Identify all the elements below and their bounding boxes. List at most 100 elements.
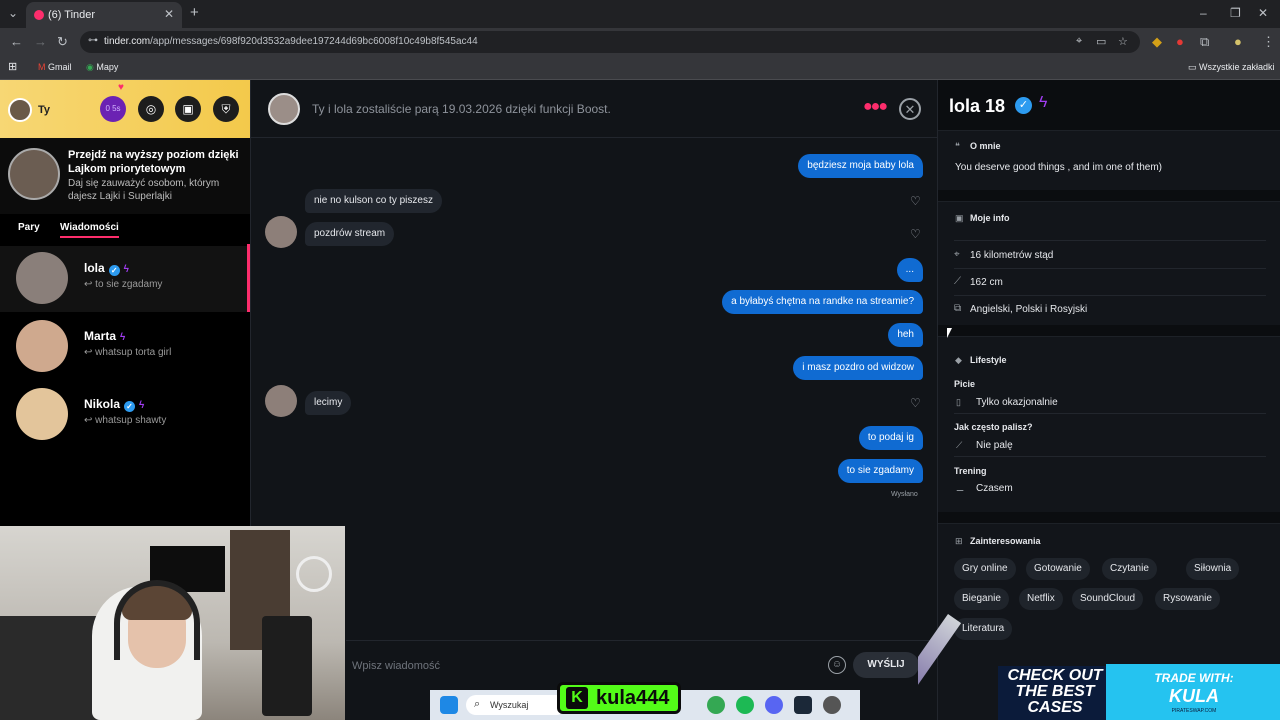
- bookmark-star-icon[interactable]: ☆: [1118, 35, 1128, 48]
- bookmark-maps-label: Mapy: [96, 62, 119, 72]
- location-icon[interactable]: ⌖: [1076, 35, 1082, 48]
- webcam-ring-light: [296, 556, 332, 592]
- bookmark-gmail[interactable]: M Gmail: [38, 62, 72, 72]
- ruler-icon: ⟋: [954, 276, 961, 287]
- minimize-icon[interactable]: –: [1200, 6, 1207, 20]
- about-card: ❝ O mnie You deserve good things , and i…: [938, 130, 1280, 190]
- apps-grid-icon[interactable]: ⊞: [8, 60, 17, 73]
- bookmark-maps[interactable]: ◉ Mapy: [86, 62, 118, 73]
- like-message-heart-icon[interactable]: ♡: [910, 194, 921, 208]
- my-avatar[interactable]: [8, 98, 32, 122]
- like-message-heart-icon[interactable]: ♡: [910, 396, 921, 410]
- message-outgoing: to sie zgadamy: [837, 459, 923, 483]
- app-icon[interactable]: [823, 696, 841, 714]
- my-profile-label[interactable]: Ty: [38, 104, 50, 116]
- last-message-text: whatsup shawty: [95, 415, 167, 426]
- lifestyle-value-text: Nie palę: [976, 440, 1013, 451]
- tab-matches[interactable]: Pary: [18, 222, 40, 233]
- explore-compass-icon[interactable]: ◎: [138, 96, 164, 122]
- priority-likes-promo[interactable]: Przejdź na wyższy poziom dzięki Lajkom p…: [0, 138, 250, 214]
- message-incoming: lecimy: [305, 391, 352, 415]
- match-avatar[interactable]: [268, 93, 300, 125]
- close-tab-icon[interactable]: ✕: [164, 7, 174, 21]
- tab-messages[interactable]: Wiadomości: [60, 222, 119, 238]
- info-languages: ⧉ Angielski, Polski i Rosyjski: [954, 296, 1266, 323]
- omnibox[interactable]: ⊶ tinder.com/app/messages/698f920d3532a9…: [80, 31, 1140, 53]
- conversation-item-marta[interactable]: Marta ϟ ↩ whatsup torta girl: [0, 314, 250, 380]
- language-icon: ⧉: [954, 303, 962, 314]
- conversation-name-row: lola ✓ ϟ: [84, 261, 129, 276]
- briefcase-icon[interactable]: ▣: [175, 96, 201, 122]
- cast-icon[interactable]: ▭: [1096, 35, 1106, 48]
- all-bookmarks[interactable]: ▭ Wszystkie zakładki: [1188, 62, 1275, 73]
- maps-icon: ◉: [86, 62, 94, 72]
- about-text: You deserve good things , and im one of …: [955, 162, 1162, 173]
- interest-chip: Gry online: [954, 558, 1016, 580]
- conversation-item-nikola[interactable]: Nikola ✓ ϟ ↩ whatsup shawty: [0, 382, 250, 448]
- extension-red-icon[interactable]: ●: [1176, 34, 1184, 49]
- emoji-icon[interactable]: ☺: [828, 656, 846, 674]
- menu-kebab-icon[interactable]: ⋮: [1262, 34, 1275, 50]
- forward-icon[interactable]: →: [34, 34, 47, 49]
- spotify-icon[interactable]: [736, 696, 754, 714]
- url-text[interactable]: tinder.com/app/messages/698f920d3532a9de…: [104, 36, 478, 47]
- about-title: O mnie: [970, 141, 1001, 151]
- boost-heart-icon: ♥: [118, 82, 124, 93]
- message-incoming: nie no kulson co ty piszesz: [305, 189, 442, 213]
- message-avatar: [265, 385, 297, 417]
- interest-chip: Siłownia: [1186, 558, 1240, 580]
- more-options-icon[interactable]: ●●●: [863, 98, 888, 116]
- extensions-puzzle-icon[interactable]: ⧉: [1200, 34, 1209, 50]
- lifestyle-value: ⚊ Czasem: [954, 478, 1266, 500]
- conversation-last-message: ↩ whatsup shawty: [84, 415, 166, 426]
- boost-button[interactable]: 0 5s: [100, 96, 126, 122]
- info-height: ⟋ 162 cm: [954, 269, 1266, 296]
- discord-icon[interactable]: [765, 696, 783, 714]
- info-distance: ⌖ 16 kilometrów stąd: [954, 242, 1266, 269]
- search-icon: ⌕: [474, 698, 481, 710]
- conversation-name: Marta: [84, 329, 117, 343]
- kick-logo-icon: K: [566, 687, 588, 709]
- lifestyle-value: ⟋ Nie palę: [954, 435, 1266, 457]
- verified-icon: ✓: [1015, 97, 1032, 114]
- lifestyle-value: ▯ Tylko okazjonalnie: [954, 392, 1266, 414]
- conversation-item-lola[interactable]: lola ✓ ϟ ↩ to sie zgadamy: [0, 246, 250, 312]
- lifestyle-label: Picie: [954, 379, 976, 389]
- webcam-speaker: [262, 616, 312, 716]
- chat-panel: Ty i lola zostaliście parą 19.03.2026 dz…: [250, 80, 938, 720]
- taskbar-search[interactable]: ⌕ Wyszukaj: [466, 695, 566, 715]
- gmail-icon: M: [38, 62, 46, 72]
- message-input[interactable]: [352, 657, 812, 675]
- site-info-icon[interactable]: ⊶: [88, 35, 98, 46]
- message-composer: ☺ WYŚLIJ: [346, 640, 938, 688]
- chrome-icon[interactable]: [707, 696, 725, 714]
- message-incoming: pozdrów stream: [305, 222, 395, 246]
- last-message-text: to sie zgadamy: [95, 279, 163, 290]
- new-tab-icon[interactable]: +: [190, 4, 199, 21]
- browser-tab[interactable]: (6) Tinder ✕: [26, 2, 182, 28]
- send-button[interactable]: WYŚLIJ: [853, 652, 919, 678]
- steam-icon[interactable]: [794, 696, 812, 714]
- like-message-heart-icon[interactable]: ♡: [910, 227, 921, 241]
- height-text: 162 cm: [970, 277, 1003, 288]
- profile-avatar-icon[interactable]: ●: [1234, 34, 1242, 49]
- taskbar-search-label: Wyszukaj: [490, 700, 529, 710]
- lifestyle-value-text: Czasem: [976, 483, 1013, 494]
- close-window-icon[interactable]: ✕: [1258, 6, 1268, 20]
- interests-title: Zainteresowania: [970, 536, 1041, 546]
- tinder-favicon-icon: [34, 10, 44, 20]
- extension-icon[interactable]: ◆: [1152, 34, 1162, 50]
- close-chat-button[interactable]: ✕: [899, 98, 921, 120]
- windows-start-icon[interactable]: [440, 696, 458, 714]
- conversation-avatar: [16, 252, 68, 304]
- interests-grid-icon: ⊞: [955, 536, 963, 546]
- restore-icon[interactable]: ❐: [1230, 6, 1241, 20]
- reply-arrow-icon: ↩: [84, 279, 96, 290]
- promo-title: Przejdź na wyższy poziom dzięki Lajkom p…: [68, 149, 239, 175]
- tab-search-icon[interactable]: ⌄: [8, 6, 18, 20]
- location-pin-icon: ⌖: [954, 249, 960, 260]
- reload-icon[interactable]: ↻: [57, 34, 68, 50]
- shield-icon[interactable]: ⛨: [213, 96, 239, 122]
- back-icon[interactable]: ←: [10, 34, 23, 49]
- webcam-chair: [0, 616, 100, 720]
